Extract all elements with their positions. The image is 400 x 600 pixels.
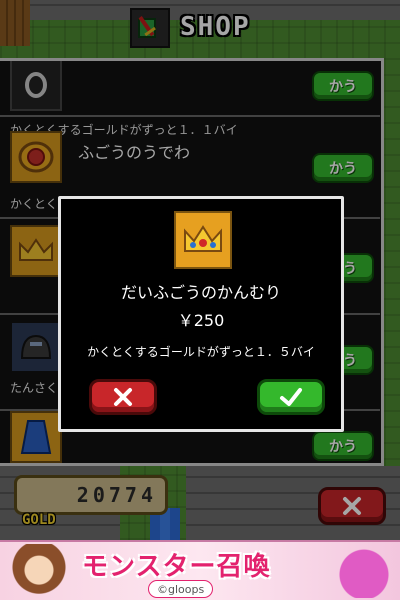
cancel-button[interactable] <box>89 379 157 415</box>
dialog-item-price: ￥250 <box>177 311 225 330</box>
ad-monster-image <box>336 546 392 598</box>
crown-icon <box>174 211 232 269</box>
ad-brand: ©gloops <box>148 580 214 598</box>
ad-banner[interactable]: モンスター召喚 ©gloops <box>0 540 400 600</box>
checkmark-icon <box>280 388 302 406</box>
confirm-button[interactable] <box>257 379 325 415</box>
purchase-confirm-dialog: だいふごうのかんむり ￥250 かくとくするゴールドがずっと１．５バイ <box>58 196 344 432</box>
ad-character-image <box>6 544 72 600</box>
close-icon <box>114 388 132 406</box>
ad-title: モンスター召喚 <box>82 552 271 582</box>
dialog-item-name: だいふごうのかんむり <box>120 283 281 302</box>
dialog-item-description: かくとくするゴールドがずっと１．５バイ <box>87 345 315 359</box>
